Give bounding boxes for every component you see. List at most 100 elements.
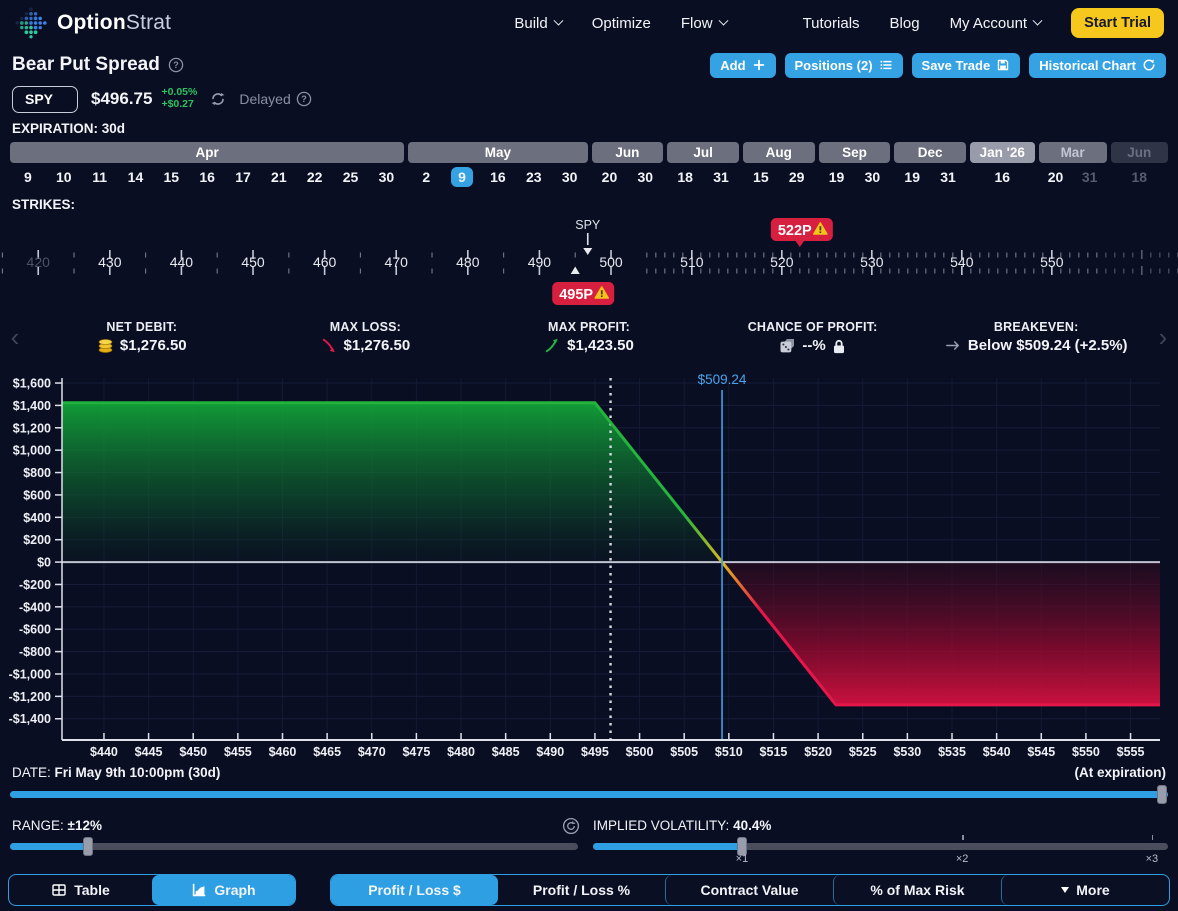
nav-item-my-account[interactable]: My Account — [950, 15, 1042, 32]
expiration-timeline: Apr910111415161721222530May29162330Jun20… — [10, 142, 1168, 187]
help-icon[interactable]: ? — [168, 57, 184, 73]
svg-text:?: ? — [173, 60, 179, 70]
month-bar[interactable]: Sep — [819, 142, 891, 163]
iv-mark-tick — [962, 835, 964, 840]
expiration-date[interactable]: 23 — [519, 167, 549, 187]
tab-profit-loss[interactable]: Profit / Loss $ — [331, 875, 498, 905]
add-button[interactable]: Add — [710, 53, 775, 78]
expiration-date[interactable]: 30 — [631, 167, 661, 187]
tab-contract-value[interactable]: Contract Value — [665, 875, 833, 905]
tab-table[interactable]: Table — [9, 875, 152, 905]
y-axis-label: -$1,400 — [9, 712, 51, 726]
leg-badge-522P[interactable]: 522P — [771, 218, 833, 247]
expiration-date[interactable]: 9 — [17, 167, 39, 187]
nav-item-blog[interactable]: Blog — [890, 15, 920, 32]
iv-mark-tick — [1152, 835, 1154, 840]
y-axis-label: $1,400 — [13, 399, 51, 413]
stat-net-debit: NET DEBIT: $1,276.50 — [30, 320, 254, 354]
symbol-input[interactable]: SPY — [12, 86, 78, 113]
expiration-date[interactable]: 17 — [228, 167, 258, 187]
iv-value: 40.4% — [733, 818, 771, 833]
stat-label: CHANCE OF PROFIT: — [701, 320, 925, 334]
expiration-date[interactable]: 10 — [49, 167, 79, 187]
expiration-date[interactable]: 16 — [192, 167, 222, 187]
strike-tick-label: 520 — [770, 254, 794, 270]
month-bar[interactable]: Jul — [667, 142, 739, 163]
date-slider-handle[interactable] — [1157, 785, 1167, 804]
historical-chart-button[interactable]: Historical Chart — [1029, 53, 1166, 78]
save-trade-button[interactable]: Save Trade — [912, 53, 1021, 78]
tab--of-max-risk[interactable]: % of Max Risk — [833, 875, 1001, 905]
nav-item-build[interactable]: Build — [514, 15, 561, 32]
month-bar[interactable]: Apr — [10, 142, 404, 163]
month-bar[interactable]: Jan '26 — [970, 142, 1035, 163]
expiration-date[interactable]: 19 — [822, 167, 852, 187]
expiration-date[interactable]: 31 — [706, 167, 736, 187]
iv-slider[interactable]: ×1×2×3 — [593, 843, 1168, 850]
profit-arrow-icon — [544, 337, 561, 354]
expiration-date[interactable]: 29 — [782, 167, 812, 187]
expiration-date[interactable]: 25 — [336, 167, 366, 187]
x-axis-label: $530 — [893, 745, 921, 759]
expiration-date[interactable]: 14 — [121, 167, 151, 187]
expiration-date[interactable]: 16 — [483, 167, 513, 187]
y-axis-label: $1,200 — [13, 421, 51, 435]
expiration-date[interactable]: 30 — [372, 167, 402, 187]
expiration-date[interactable]: 11 — [85, 167, 114, 187]
expiration-date[interactable]: 30 — [858, 167, 888, 187]
month-bar[interactable]: Jun — [1111, 142, 1168, 163]
x-axis-label: $475 — [402, 745, 430, 759]
tab-graph[interactable]: Graph — [152, 875, 295, 905]
expiration-date[interactable]: 22 — [300, 167, 330, 187]
optionstrat-logo[interactable]: OptionStrat — [14, 6, 171, 40]
range-slider-handle[interactable] — [83, 837, 93, 856]
iv-slider-fill — [593, 843, 742, 850]
leg-badge-495P[interactable]: 495P — [552, 282, 614, 305]
expiration-date[interactable]: 30 — [555, 167, 585, 187]
tab-profit-loss[interactable]: Profit / Loss % — [498, 875, 665, 905]
stats-next-arrow[interactable]: › — [1148, 324, 1178, 350]
month-bar[interactable]: Aug — [743, 142, 815, 163]
iv-mark-label: ×3 — [1146, 853, 1159, 865]
expiration-date[interactable]: 31 — [933, 167, 963, 187]
expiration-date[interactable]: 20 — [1041, 167, 1071, 187]
range-slider[interactable] — [10, 843, 578, 850]
expiration-date[interactable]: 18 — [670, 167, 700, 187]
reset-iv-icon[interactable] — [562, 817, 580, 835]
positions-2--button[interactable]: Positions (2) — [785, 53, 903, 78]
strike-ruler[interactable]: 4204304404504604704804905005105205305405… — [0, 216, 1178, 312]
tab-more[interactable]: More — [1001, 875, 1169, 905]
nav-item-optimize[interactable]: Optimize — [592, 15, 651, 32]
nav-item-flow[interactable]: Flow — [681, 15, 727, 32]
pl-chart[interactable]: $509.24-$1,400-$1,200-$1,000-$800-$600-$… — [0, 368, 1178, 762]
expiration-date[interactable]: 21 — [264, 167, 294, 187]
y-axis-label: $800 — [23, 466, 51, 480]
expiration-date[interactable]: 16 — [987, 167, 1017, 187]
stats-prev-arrow[interactable]: ‹ — [0, 324, 30, 350]
svg-text:?: ? — [301, 94, 307, 104]
expiration-date-selected[interactable]: 9 — [451, 167, 473, 187]
profit-area — [62, 403, 722, 562]
expiration-date[interactable]: 18 — [1125, 167, 1155, 187]
expiration-date[interactable]: 15 — [157, 167, 187, 187]
expiration-date[interactable]: 19 — [897, 167, 927, 187]
x-axis-label: $480 — [447, 745, 475, 759]
delayed-help-icon[interactable]: ? — [296, 91, 312, 107]
y-axis-label: -$600 — [19, 623, 51, 637]
month-bar[interactable]: May — [408, 142, 587, 163]
nav-item-tutorials[interactable]: Tutorials — [803, 15, 860, 32]
history-icon — [1142, 58, 1156, 72]
strike-tick-label: 420 — [27, 254, 51, 270]
expiration-date[interactable]: 31 — [1075, 167, 1105, 187]
expiration-date[interactable]: 2 — [415, 167, 437, 187]
expiration-date[interactable]: 20 — [595, 167, 625, 187]
start-trial-button[interactable]: Start Trial — [1071, 8, 1164, 38]
refresh-icon[interactable] — [210, 91, 226, 107]
expiration-date[interactable]: 15 — [746, 167, 776, 187]
month-bar[interactable]: Jun — [592, 142, 664, 163]
month-bar[interactable]: Mar — [1039, 142, 1107, 163]
stat-max-profit: MAX PROFIT: $1,423.50 — [477, 320, 701, 354]
date-slider[interactable] — [10, 791, 1168, 798]
month-bar[interactable]: Dec — [894, 142, 966, 163]
loss-area — [722, 562, 1160, 705]
